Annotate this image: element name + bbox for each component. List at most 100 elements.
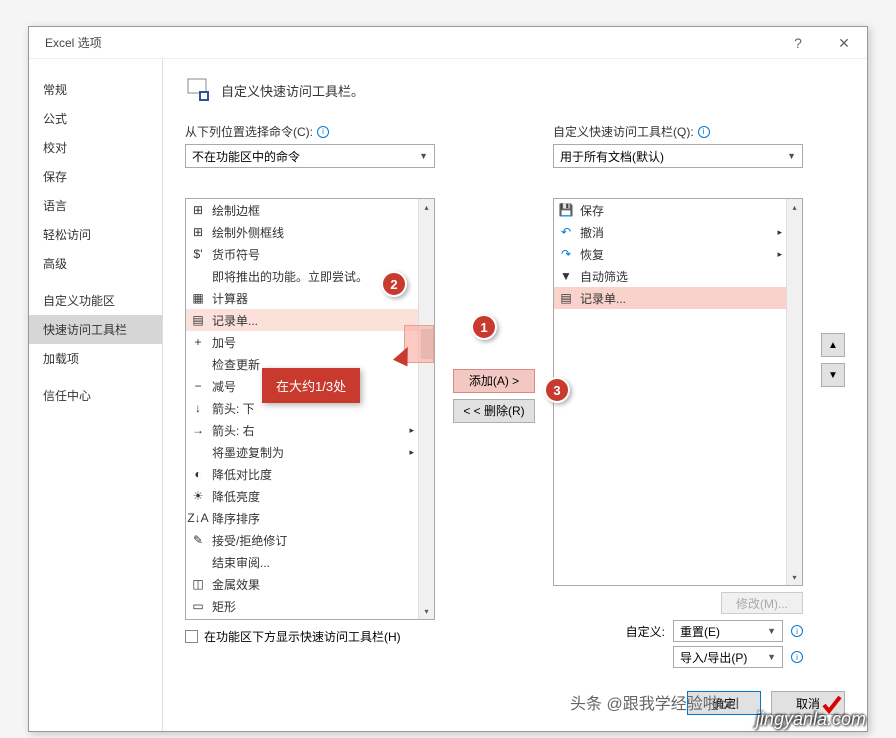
command-label: 恢复 <box>580 246 604 263</box>
custom-label: 自定义: <box>626 623 665 640</box>
close-button[interactable]: ✕ <box>821 27 867 59</box>
list-item[interactable]: ☀ 降低亮度 <box>186 485 418 507</box>
sidebar-item-qat[interactable]: 快速访问工具栏 <box>29 315 162 344</box>
command-icon: ☀ <box>190 488 206 504</box>
sidebar-item-addins[interactable]: 加载项 <box>29 344 162 373</box>
sidebar-item-advanced[interactable]: 高级 <box>29 249 162 278</box>
help-button[interactable]: ? <box>775 27 821 59</box>
command-label: 即将推出的功能。立即尝试。 <box>212 268 368 285</box>
command-label: 计算器 <box>212 290 248 307</box>
reset-dropdown[interactable]: 重置(E) ▼ <box>673 620 783 642</box>
list-item[interactable]: ▼自动筛选 <box>554 265 786 287</box>
list-item[interactable]: ▤记录单... <box>186 309 418 331</box>
list-item[interactable]: ↶撤消▸ <box>554 221 786 243</box>
checkmark-icon <box>820 693 844 717</box>
sidebar-item-save[interactable]: 保存 <box>29 162 162 191</box>
command-label: 撤消 <box>580 224 604 241</box>
command-icon <box>190 554 206 570</box>
command-icon: ▭ <box>190 598 206 614</box>
excel-options-dialog: Excel 选项 ? ✕ 常规 公式 校对 保存 语言 轻松访问 高级 自定义功… <box>28 26 868 732</box>
scroll-up-button[interactable]: ▴ <box>787 199 802 215</box>
list-item[interactable]: Z↓A降序排序 <box>186 507 418 529</box>
import-label: 导入/导出(P) <box>680 649 747 666</box>
import-row: 导入/导出(P) ▼ i <box>553 646 803 668</box>
command-label: 绘制外侧框线 <box>212 224 284 241</box>
available-commands-listbox[interactable]: ⊞绘制边框⊞绘制外侧框线$'货币符号即将推出的功能。立即尝试。▦计算器▤记录单.… <box>185 198 435 620</box>
command-icon <box>190 444 206 460</box>
sidebar-item-proofing[interactable]: 校对 <box>29 133 162 162</box>
sidebar-item-language[interactable]: 语言 <box>29 191 162 220</box>
command-label: 结束审阅... <box>212 554 270 571</box>
command-label: 矩形 <box>212 598 236 615</box>
remove-button[interactable]: < < 删除(R) <box>453 399 535 423</box>
command-icon: ↶ <box>558 224 574 240</box>
list-item[interactable]: ◐降低对比度 <box>186 463 418 485</box>
list-item[interactable]: +加号 <box>186 331 418 353</box>
sidebar-item-formulas[interactable]: 公式 <box>29 104 162 133</box>
titlebar-controls: ? ✕ <box>775 27 867 59</box>
command-icon: ▼ <box>558 268 574 284</box>
command-icon: ▤ <box>558 290 574 306</box>
command-icon: → <box>190 422 206 438</box>
scroll-down-button[interactable]: ▾ <box>787 569 802 585</box>
sidebar-item-accessibility[interactable]: 轻松访问 <box>29 220 162 249</box>
sidebar-item-general[interactable]: 常规 <box>29 75 162 104</box>
add-button[interactable]: 添加(A) > <box>453 369 535 393</box>
list-item[interactable]: ▢矩形: 圆角 <box>186 617 418 620</box>
list-item[interactable]: ▤记录单... <box>554 287 786 309</box>
submenu-arrow-icon: ▸ <box>777 249 782 260</box>
sidebar-item-trust-center[interactable]: 信任中心 <box>29 381 162 410</box>
submenu-arrow-icon: ▸ <box>409 425 414 436</box>
command-label: 降低亮度 <box>212 488 260 505</box>
command-icon: ✎ <box>190 532 206 548</box>
command-icon: 💾 <box>558 202 574 218</box>
import-export-dropdown[interactable]: 导入/导出(P) ▼ <box>673 646 783 668</box>
command-label: 记录单... <box>212 312 258 329</box>
info-icon[interactable]: i <box>317 126 329 138</box>
info-icon[interactable]: i <box>791 625 803 637</box>
list-item[interactable]: 将墨迹复制为▸ <box>186 441 418 463</box>
annotation-badge-1: 1 <box>471 314 497 340</box>
dialog-body: 常规 公式 校对 保存 语言 轻松访问 高级 自定义功能区 快速访问工具栏 加载… <box>29 59 867 731</box>
sidebar-item-customize-ribbon[interactable]: 自定义功能区 <box>29 286 162 315</box>
scrollbar[interactable]: ▴ ▾ <box>418 199 434 619</box>
dialog-title: Excel 选项 <box>45 34 102 51</box>
list-item[interactable]: $'货币符号 <box>186 243 418 265</box>
move-up-button[interactable]: ▲ <box>821 333 845 357</box>
chevron-down-icon: ▼ <box>767 626 776 636</box>
move-down-button[interactable]: ▼ <box>821 363 845 387</box>
scroll-down-button[interactable]: ▾ <box>419 603 434 619</box>
command-label: 检查更新 <box>212 356 260 373</box>
show-below-ribbon-row[interactable]: 在功能区下方显示快速访问工具栏(H) <box>185 628 435 645</box>
list-item[interactable]: 💾保存 <box>554 199 786 221</box>
command-label: 货币符号 <box>212 246 260 263</box>
command-label: 绘制边框 <box>212 202 260 219</box>
annotation-badge-3: 3 <box>544 377 570 403</box>
list-item[interactable]: ✎接受/拒绝修订 <box>186 529 418 551</box>
header-row: 自定义快速访问工具栏。 <box>185 77 845 103</box>
qat-commands-listbox[interactable]: 💾保存↶撤消▸↷恢复▸▼自动筛选▤记录单... ▴ ▾ <box>553 198 803 586</box>
qat-for-value: 用于所有文档(默认) <box>560 148 664 165</box>
list-item[interactable]: ▭ 矩形 <box>186 595 418 617</box>
show-below-ribbon-label: 在功能区下方显示快速访问工具栏(H) <box>204 628 401 645</box>
list-item[interactable]: ↷恢复▸ <box>554 243 786 265</box>
qat-for-dropdown[interactable]: 用于所有文档(默认) ▼ <box>553 144 803 168</box>
chevron-down-icon: ▼ <box>787 151 796 161</box>
command-icon: ⊞ <box>190 224 206 240</box>
commands-from-value: 不在功能区中的命令 <box>192 148 300 165</box>
list-item[interactable]: 结束审阅... <box>186 551 418 573</box>
info-icon[interactable]: i <box>698 126 710 138</box>
checkbox[interactable] <box>185 630 198 643</box>
command-label: 箭头: 下 <box>212 400 255 417</box>
commands-from-dropdown[interactable]: 不在功能区中的命令 ▼ <box>185 144 435 168</box>
command-label: 将墨迹复制为 <box>212 444 284 461</box>
list-item[interactable]: →箭头: 右▸ <box>186 419 418 441</box>
command-icon: + <box>190 334 206 350</box>
scrollbar-right[interactable]: ▴ ▾ <box>786 199 802 585</box>
info-icon[interactable]: i <box>791 651 803 663</box>
list-item[interactable]: ⊞ 绘制外侧框线 <box>186 221 418 243</box>
scroll-up-button[interactable]: ▴ <box>419 199 434 215</box>
chevron-down-icon: ▼ <box>419 151 428 161</box>
list-item[interactable]: ◫金属效果 <box>186 573 418 595</box>
list-item[interactable]: ⊞绘制边框 <box>186 199 418 221</box>
